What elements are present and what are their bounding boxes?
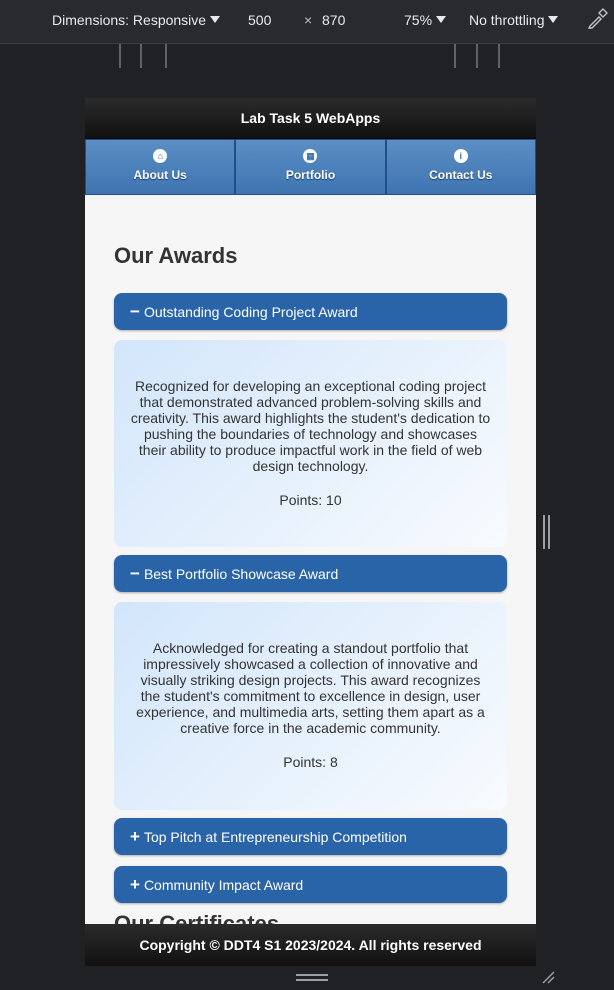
navbar: ⌂ About Us ▦ Portfolio i Contact Us (85, 139, 536, 195)
chevron-down-icon (210, 16, 221, 23)
award-points: Points: 8 (283, 754, 338, 770)
resize-corner-icon[interactable] (541, 970, 555, 984)
plus-icon: + (130, 875, 140, 894)
resize-handle-bottom[interactable] (296, 974, 328, 982)
dimensions-label: Dimensions: Responsive (52, 12, 207, 28)
accordion-title: Best Portfolio Showcase Award (143, 566, 339, 582)
accordion-body-award-2: Acknowledged for creating a standout por… (114, 602, 507, 810)
nav-contact-us[interactable]: i Contact Us (385, 139, 536, 195)
accordion-header-award-3[interactable]: + Top Pitch at Entrepreneurship Competiti… (114, 818, 507, 855)
main-content: Our Awards − Outstanding Coding Project A… (85, 243, 536, 937)
ruler-tick (454, 44, 456, 68)
app-footer: Copyright © DDT4 S1 2023/2024. All right… (85, 924, 536, 966)
accordion-body-award-1: Recognized for developing an exceptional… (114, 340, 507, 547)
device-viewport: Lab Task 5 WebApps ⌂ About Us ▦ Portfoli… (85, 98, 536, 966)
award-points: Points: 10 (279, 492, 342, 508)
accordion-title: Outstanding Coding Project Award (143, 304, 358, 320)
accordion-header-award-1[interactable]: − Outstanding Coding Project Award (114, 293, 507, 330)
zoom-label: 75% (404, 12, 433, 28)
throttling-dropdown[interactable]: No throttling (469, 12, 559, 28)
zoom-dropdown[interactable]: 75% (404, 12, 447, 28)
accordion-title: Community Impact Award (143, 877, 304, 893)
chevron-down-icon (548, 16, 559, 23)
app-header: Lab Task 5 WebApps (85, 98, 536, 139)
nav-about-us[interactable]: ⌂ About Us (85, 139, 236, 195)
accordion-header-award-4[interactable]: + Community Impact Award (114, 866, 507, 903)
width-input[interactable]: 500 (248, 12, 271, 28)
home-icon: ⌂ (153, 149, 168, 163)
plus-icon: + (130, 827, 140, 846)
ruler-tick (476, 44, 478, 68)
dimensions-dropdown[interactable]: Dimensions: Responsive (52, 12, 221, 28)
accordion-header-award-2[interactable]: − Best Portfolio Showcase Award (114, 555, 507, 592)
nav-label: Portfolio (285, 168, 336, 182)
times-symbol: × (304, 12, 313, 28)
award-description: Acknowledged for creating a standout por… (136, 640, 485, 736)
height-input[interactable]: 870 (322, 12, 345, 28)
resize-handle-right[interactable] (543, 515, 551, 549)
throttling-label: No throttling (469, 12, 545, 28)
ruler-tick (165, 44, 167, 68)
nav-label: About Us (133, 168, 187, 182)
ruler-tick (498, 44, 500, 68)
ruler-tick (140, 44, 142, 68)
media-query-ruler (0, 44, 614, 68)
devtools-toolbar: Dimensions: Responsive 500 × 870 75% No … (0, 0, 614, 44)
page-title: Our Awards (114, 243, 238, 268)
nav-label: Contact Us (429, 168, 493, 182)
award-description: Recognized for developing an exceptional… (130, 378, 491, 474)
minus-icon: − (130, 564, 140, 583)
chevron-down-icon (436, 16, 447, 23)
minus-icon: − (130, 302, 140, 321)
ruler-tick (119, 44, 121, 68)
grid-icon: ▦ (303, 149, 318, 163)
accordion-title: Top Pitch at Entrepreneurship Competitio… (143, 829, 407, 845)
nav-portfolio[interactable]: ▦ Portfolio (235, 139, 386, 195)
info-icon: i (453, 149, 468, 163)
eyedropper-icon[interactable] (586, 8, 608, 30)
